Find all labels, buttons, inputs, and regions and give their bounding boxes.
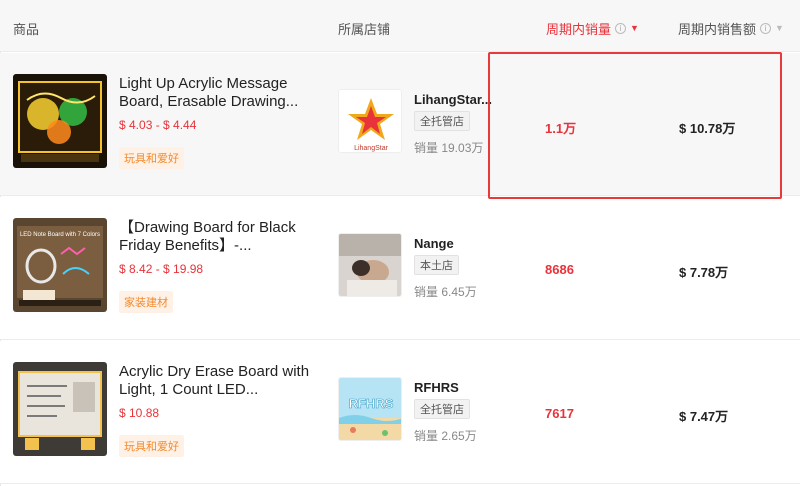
table-row[interactable]: Acrylic Dry Erase Board with Light, 1 Co… [0, 341, 800, 484]
store-name[interactable]: RFHRS [414, 380, 502, 395]
column-header-revenue-label: 周期内销售额 [678, 22, 757, 37]
product-image[interactable] [13, 362, 107, 456]
store-logo[interactable]: LihangStar [338, 89, 402, 153]
period-revenue-value: $ 7.78万 [679, 265, 729, 280]
table-row[interactable]: Light Up Acrylic Message Board, Erasable… [0, 53, 800, 196]
info-circle-icon[interactable]: i [615, 23, 627, 34]
table-row[interactable]: LED Note Board with 7 Colors 【Drawing Bo… [0, 197, 800, 340]
column-header-product: 商品 [13, 19, 39, 38]
store-type-badge: 本土店 [414, 255, 459, 275]
sort-down-icon[interactable]: ▼ [775, 24, 784, 33]
store-name[interactable]: Nange [414, 236, 502, 251]
column-header-sales[interactable]: 周期内销量 i ▼ [546, 19, 639, 38]
product-price: $ 8.42 - $ 19.98 [119, 262, 204, 276]
product-title[interactable]: Light Up Acrylic Message Board, Erasable… [119, 75, 319, 111]
store-type-badge: 全托管店 [414, 399, 470, 419]
product-image-caption: LED Note Board with 7 Colors [20, 232, 100, 238]
period-revenue-value: $ 10.78万 [679, 121, 736, 136]
product-category-tag: 玩具和爱好 [119, 435, 184, 457]
column-header-store: 所属店铺 [338, 19, 390, 38]
store-sales-volume: 销量 6.45万 [414, 285, 477, 299]
period-revenue-value: $ 7.47万 [679, 409, 729, 424]
store-sales-volume: 销量 19.03万 [414, 141, 484, 155]
store-sales-volume: 销量 2.65万 [414, 429, 477, 443]
column-header-revenue[interactable]: 周期内销售额 i ▼ [678, 19, 784, 38]
table-header: 商品 所属店铺 周期内销量 i ▼ 周期内销售额 i ▼ [0, 0, 800, 52]
period-sales-value: 1.1万 [545, 121, 577, 136]
store-logo[interactable] [338, 233, 402, 297]
column-header-sales-label: 周期内销量 [546, 22, 612, 37]
store-type-badge: 全托管店 [414, 111, 470, 131]
product-image[interactable]: LED Note Board with 7 Colors [13, 218, 107, 312]
period-sales-value: 8686 [545, 262, 574, 277]
store-logo-text: LihangStar [354, 145, 389, 152]
product-title[interactable]: 【Drawing Board for Black Friday Benefits… [119, 219, 319, 255]
product-title[interactable]: Acrylic Dry Erase Board with Light, 1 Co… [119, 363, 319, 399]
product-price: $ 10.88 [119, 406, 160, 420]
product-price: $ 4.03 - $ 4.44 [119, 118, 197, 132]
column-header-product-label: 商品 [13, 22, 40, 37]
product-category-tag: 玩具和爱好 [119, 147, 184, 169]
store-logo-text: RFHRS [349, 396, 394, 411]
store-logo[interactable]: RFHRS [338, 377, 402, 441]
sort-down-icon[interactable]: ▼ [630, 24, 639, 33]
column-header-store-label: 所属店铺 [338, 22, 391, 37]
info-circle-icon[interactable]: i [760, 23, 772, 34]
period-sales-value: 7617 [545, 406, 574, 421]
product-category-tag: 家装建材 [119, 291, 173, 313]
product-image[interactable] [13, 74, 107, 168]
store-name[interactable]: LihangStar... [414, 92, 502, 107]
